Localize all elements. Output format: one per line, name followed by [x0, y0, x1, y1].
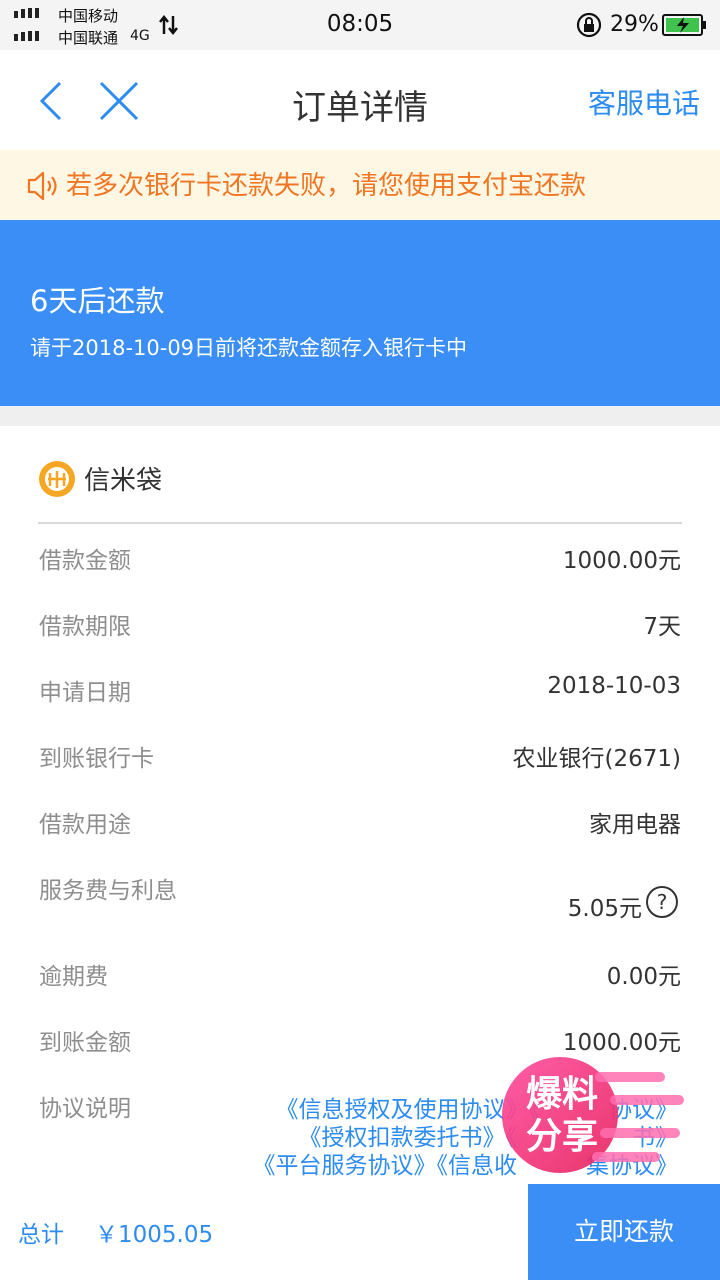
banner-subtitle: 请于2018-10-09日前将还款金额存入银行卡中: [30, 336, 468, 360]
watermark-text: 分享: [526, 1116, 598, 1157]
rotation-lock-icon: [576, 12, 602, 38]
detail-label: 到账银行卡: [39, 746, 154, 772]
repayment-banner: 6天后还款 请于2018-10-09日前将还款金额存入银行卡中: [0, 220, 720, 406]
detail-value: 0.00元: [606, 964, 681, 990]
watermark-badge: 爆料 分享: [502, 1057, 684, 1173]
agreement-label: 协议说明: [39, 1096, 131, 1122]
brand-logo-icon: [39, 461, 75, 497]
section-divider: [0, 406, 720, 426]
notice-text: 若多次银行卡还款失败，请您使用支付宝还款: [66, 171, 587, 201]
brand-name: 信米袋: [84, 466, 163, 496]
battery-icon: [662, 14, 706, 36]
detail-label: 逾期费: [39, 964, 108, 990]
detail-value: 家用电器: [589, 812, 681, 838]
help-icon[interactable]: ?: [646, 886, 678, 918]
bottom-bar: 总计 ￥1005.05 立即还款: [0, 1184, 720, 1280]
notice-bar: 若多次银行卡还款失败，请您使用支付宝还款: [0, 150, 720, 220]
detail-value: 5.05元: [567, 896, 642, 922]
detail-value: 7天: [643, 614, 681, 640]
detail-label: 到账金额: [39, 1030, 131, 1056]
detail-label: 借款期限: [39, 614, 131, 640]
banner-title: 6天后还款: [30, 284, 165, 318]
status-bar: 中国移动 中国联通 4G 08:05 29%: [0, 0, 720, 50]
total-label: 总计: [18, 1222, 64, 1248]
divider: [38, 522, 682, 524]
detail-value: 1000.00元: [562, 548, 681, 574]
speaker-icon: [27, 171, 57, 201]
detail-label: 服务费与利息: [39, 878, 177, 904]
detail-label: 借款金额: [39, 548, 131, 574]
detail-value: 农业银行(2671): [512, 746, 681, 772]
navigation-bar: 订单详情 客服电话: [0, 50, 720, 150]
detail-label: 借款用途: [39, 812, 131, 838]
watermark-text: 爆料: [526, 1074, 598, 1115]
customer-service-link[interactable]: 客服电话: [588, 82, 700, 122]
battery-percent: 29%: [610, 12, 659, 37]
total-amount: ￥1005.05: [95, 1222, 214, 1248]
detail-value: 2018-10-03: [547, 673, 681, 699]
detail-label: 申请日期: [39, 680, 131, 706]
repay-now-button[interactable]: 立即还款: [528, 1184, 720, 1280]
